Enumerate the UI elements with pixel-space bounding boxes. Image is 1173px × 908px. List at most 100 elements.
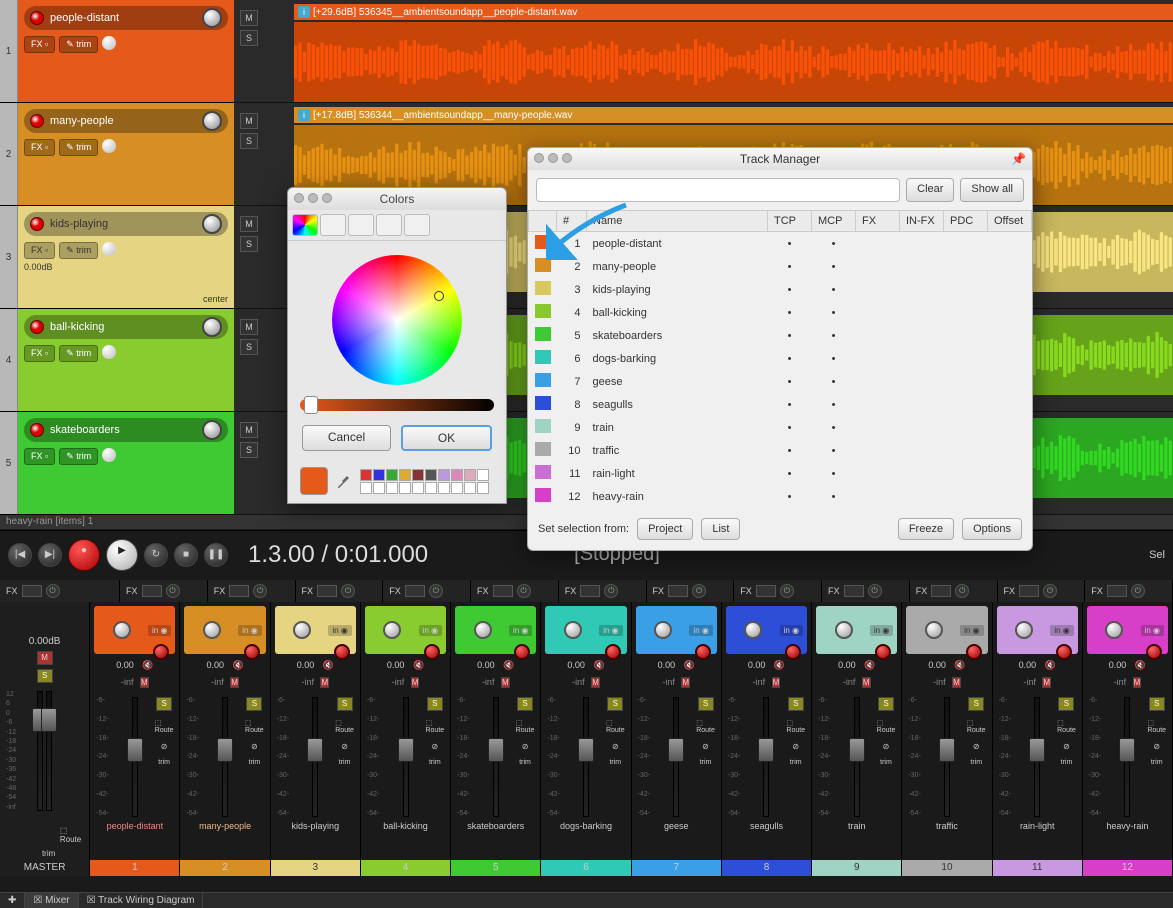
phase-icon[interactable]: ⊘ [883,742,890,751]
solo-button[interactable]: S [1058,697,1074,711]
mixer-channel[interactable]: in ◉ 0.00 🔇 -inf M -6--12--18--24--30--4… [632,602,722,876]
solo-button[interactable]: S [968,697,984,711]
tcp-dot[interactable]: • [768,232,812,256]
master-channel[interactable]: 0.00dB M S 1260-6-12-18-24-30-36-42-48-5… [0,602,90,876]
fx-cell[interactable]: FX ⏻ [471,580,559,602]
in-badge[interactable]: in ◉ [328,625,351,636]
track-name[interactable]: many-people [50,115,196,127]
tcp-dot[interactable]: • [768,416,812,439]
track-row[interactable]: 3 kids-playing FX ▫ ✎ trim 0.00dBcenter [0,206,234,309]
mcp-dot[interactable]: • [812,347,856,370]
power-icon[interactable]: ⏻ [780,584,794,598]
power-icon[interactable]: ⏻ [692,584,706,598]
power-icon[interactable]: ⏻ [517,584,531,598]
solo-button[interactable]: S [156,697,172,711]
mixer-channel[interactable]: in ◉ 0.00 🔇 -inf M -6--12--18--24--30--4… [1083,602,1173,876]
mcp-dot[interactable]: • [812,439,856,462]
power-icon[interactable]: ⏻ [1131,584,1145,598]
mute-button[interactable]: M [240,216,258,232]
color-wheel[interactable] [332,255,462,385]
mute-button[interactable]: M [681,677,690,688]
track-number[interactable]: 4 [0,309,18,411]
channel-number[interactable]: 1 [90,860,179,876]
mute-button[interactable]: M [240,10,258,26]
pan-knob[interactable] [113,621,131,639]
eyedropper-icon[interactable] [336,473,352,489]
phase-icon[interactable]: ⊘ [612,742,619,751]
tcp-dot[interactable]: • [768,347,812,370]
volume-knob[interactable] [202,111,222,131]
mixer-channel[interactable]: in ◉ 0.00 🔇 -inf M -6--12--18--24--30--4… [902,602,992,876]
route-icon[interactable]: ⬚Route [245,719,264,734]
mcp-dot[interactable]: • [812,462,856,485]
in-badge[interactable]: in ◉ [238,625,261,636]
table-header[interactable]: PDC [944,211,988,232]
cancel-button[interactable]: Cancel [302,425,391,451]
pan-knob[interactable] [102,345,116,359]
record-arm-icon[interactable] [514,644,530,660]
color-preset[interactable] [386,469,398,481]
fader-cap[interactable] [307,738,323,762]
fx-cell[interactable]: FX ⏻ [0,580,120,602]
colors-titlebar[interactable]: Colors [288,188,506,210]
color-preset[interactable] [451,482,463,494]
zoom-icon[interactable] [562,153,572,163]
phase-icon[interactable]: ⊘ [251,742,258,751]
channel-fader[interactable] [1124,697,1130,817]
track-number[interactable]: 1 [0,0,18,102]
pan-knob[interactable] [654,621,672,639]
in-badge[interactable]: in ◉ [148,625,171,636]
solo-button[interactable]: S [240,133,258,149]
list-button[interactable]: List [701,518,740,540]
table-row[interactable]: 10 traffic • • [529,439,1032,462]
fx-slot[interactable] [1019,585,1039,597]
solo-button[interactable]: S [517,697,533,711]
close-icon[interactable] [534,153,544,163]
track-color-swatch[interactable] [535,488,551,502]
mute-button[interactable]: M [140,677,149,688]
mute-button[interactable]: M [240,422,258,438]
color-preset[interactable] [373,482,385,494]
record-arm-icon[interactable] [424,644,440,660]
table-row[interactable]: 2 many-people • • [529,255,1032,278]
track-manager-panel[interactable]: Track Manager 📌 Clear Show all #NameTCPM… [527,147,1033,551]
phase-icon[interactable]: ⊘ [522,742,529,751]
mcp-dot[interactable]: • [812,324,856,347]
color-picker-cursor[interactable] [434,291,444,301]
mute-button[interactable]: M [230,677,239,688]
route-icon[interactable]: ⬚Route [786,719,805,734]
fx-button[interactable]: FX ▫ [24,36,55,53]
in-badge[interactable]: in ◉ [870,625,893,636]
pan-knob[interactable] [1015,621,1033,639]
pan-knob[interactable] [564,621,582,639]
stop-button[interactable]: ■ [174,543,198,567]
track-color-swatch[interactable] [535,258,551,272]
color-preset[interactable] [373,469,385,481]
info-icon[interactable]: i [298,6,310,18]
fx-slot[interactable] [756,585,776,597]
record-arm-icon[interactable] [1146,644,1162,660]
tcp-dot[interactable]: • [768,439,812,462]
phase-icon[interactable]: ⊘ [1063,742,1070,751]
trim-button[interactable]: ✎ trim [59,36,98,53]
show-all-button[interactable]: Show all [960,178,1024,202]
minimize-icon[interactable] [548,153,558,163]
fx-cell[interactable]: FX ⏻ [647,580,735,602]
track-color-swatch[interactable] [535,465,551,479]
solo-button[interactable]: S [427,697,443,711]
spectrum-tab[interactable] [376,214,402,236]
solo-button[interactable]: S [37,669,53,683]
in-badge[interactable]: in ◉ [419,625,442,636]
channel-number[interactable]: 6 [541,860,630,876]
channel-fader[interactable] [403,697,409,817]
track-color-swatch[interactable] [535,373,551,387]
record-arm-icon[interactable] [153,644,169,660]
footer-plus[interactable]: ✚ [0,893,25,908]
phase-icon[interactable]: ⊘ [973,742,980,751]
power-icon[interactable]: ⏻ [46,584,60,598]
route-icon[interactable]: ⬚Route [516,719,535,734]
mixer-channel[interactable]: in ◉ 0.00 🔇 -inf M -6--12--18--24--30--4… [451,602,541,876]
waveform-row[interactable]: M S i[+29.6dB] 536345__ambientsoundapp__… [234,0,1173,103]
in-badge[interactable]: in ◉ [689,625,712,636]
channel-number[interactable]: 4 [361,860,450,876]
